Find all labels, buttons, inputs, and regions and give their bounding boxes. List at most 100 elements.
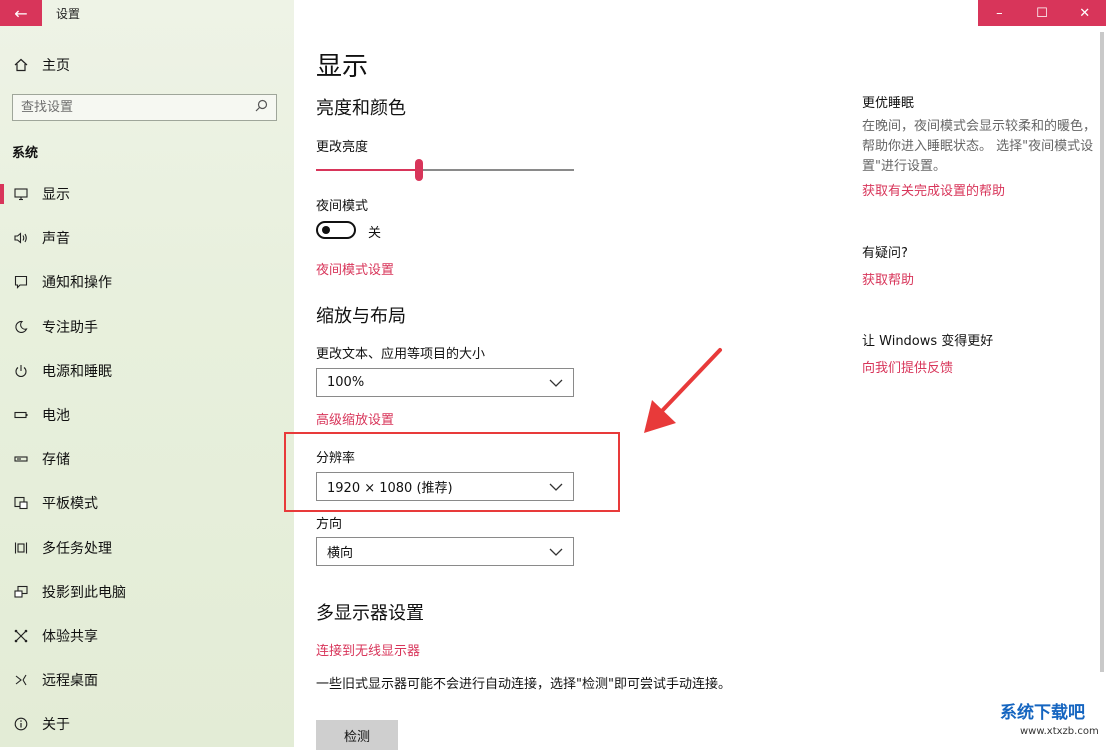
app-title: 设置 bbox=[56, 6, 81, 21]
scale-dropdown[interactable]: 100% bbox=[316, 368, 574, 397]
orientation-dropdown[interactable]: 横向 bbox=[316, 537, 574, 566]
watermark: 系统下载吧 www.xtxzb.com bbox=[902, 690, 1106, 747]
sidebar-item-label: 显示 bbox=[42, 187, 70, 204]
brightness-slider[interactable] bbox=[316, 159, 574, 181]
window-controls: – ☐ ✕ bbox=[978, 0, 1106, 26]
storage-icon bbox=[0, 452, 42, 466]
dropdown-value: 1920 × 1080 (推荐) bbox=[327, 481, 453, 496]
sidebar-item-notifications[interactable]: 通知和操作 bbox=[0, 260, 294, 304]
slider-fill bbox=[316, 169, 420, 171]
sidebar-item-label: 主页 bbox=[42, 58, 70, 74]
moon-icon bbox=[0, 320, 42, 334]
sidebar-item-display[interactable]: 显示 bbox=[0, 172, 294, 216]
monitor-icon bbox=[0, 187, 42, 201]
scrollbar[interactable] bbox=[1100, 32, 1104, 672]
advanced-scaling-link[interactable]: 高级缩放设置 bbox=[316, 409, 394, 428]
back-button[interactable]: ← bbox=[0, 0, 42, 26]
home-icon bbox=[0, 58, 42, 72]
chevron-down-icon bbox=[549, 379, 563, 387]
sidebar-item-label: 投影到此电脑 bbox=[42, 584, 126, 601]
toggle-knob bbox=[322, 226, 330, 234]
close-icon: ✕ bbox=[1079, 5, 1091, 21]
detect-description: 一些旧式显示器可能不会进行自动连接，选择"检测"即可尝试手动连接。 bbox=[316, 677, 731, 692]
brightness-label: 更改亮度 bbox=[316, 140, 369, 155]
page-title: 显示 bbox=[316, 52, 369, 82]
question-panel: 有疑问? 获取帮助 bbox=[862, 242, 1102, 288]
feedback-panel: 让 Windows 变得更好 向我们提供反馈 bbox=[862, 330, 1102, 376]
sidebar-item-project[interactable]: 投影到此电脑 bbox=[0, 570, 294, 614]
orientation-label: 方向 bbox=[316, 517, 343, 532]
share-icon bbox=[0, 629, 42, 643]
sidebar: ← 设置 主页 系统 显示 声音 bbox=[0, 0, 294, 747]
sleep-tip-title: 更优睡眠 bbox=[862, 96, 915, 111]
sidebar-item-label: 多任务处理 bbox=[42, 540, 112, 557]
dropdown-value: 横向 bbox=[327, 546, 354, 561]
night-mode-state: 关 bbox=[368, 226, 382, 241]
section-header: 系统 bbox=[12, 146, 39, 161]
chevron-down-icon bbox=[549, 548, 563, 556]
sidebar-item-label: 电源和睡眠 bbox=[42, 363, 112, 380]
sidebar-item-label: 通知和操作 bbox=[42, 275, 112, 292]
sidebar-item-label: 体验共享 bbox=[42, 628, 98, 645]
arrow-left-icon: ← bbox=[14, 3, 28, 23]
sidebar-item-focus-assist[interactable]: 专注助手 bbox=[0, 305, 294, 349]
sidebar-item-label: 存储 bbox=[42, 452, 70, 469]
battery-icon bbox=[0, 408, 42, 422]
project-icon bbox=[0, 585, 42, 599]
maximize-icon: ☐ bbox=[1036, 5, 1048, 21]
night-mode-toggle[interactable] bbox=[316, 221, 356, 239]
notification-icon bbox=[0, 275, 42, 290]
sidebar-item-label: 电池 bbox=[42, 408, 70, 425]
tablet-icon bbox=[0, 496, 42, 510]
sidebar-item-label: 平板模式 bbox=[42, 496, 98, 513]
detect-button[interactable]: 检测 bbox=[316, 720, 398, 750]
sidebar-item-label: 声音 bbox=[42, 231, 70, 248]
title-bar: ← 设置 bbox=[0, 0, 294, 26]
resolution-dropdown[interactable]: 1920 × 1080 (推荐) bbox=[316, 472, 574, 501]
sidebar-item-shared-experiences[interactable]: 体验共享 bbox=[0, 614, 294, 658]
annotation-arrow-icon bbox=[644, 348, 722, 433]
minimize-icon: – bbox=[996, 5, 1003, 21]
night-mode-label: 夜间模式 bbox=[316, 199, 369, 214]
watermark-url: www.xtxzb.com bbox=[1020, 726, 1099, 737]
section-heading-scale-layout: 缩放与布局 bbox=[316, 306, 406, 327]
setup-help-link[interactable]: 获取有关完成设置的帮助 bbox=[862, 180, 1102, 199]
maximize-button[interactable]: ☐ bbox=[1021, 0, 1064, 26]
sidebar-item-power-sleep[interactable]: 电源和睡眠 bbox=[0, 349, 294, 393]
sidebar-item-about[interactable]: 关于 bbox=[0, 702, 294, 746]
section-heading-brightness: 亮度和颜色 bbox=[316, 98, 406, 119]
get-help-link[interactable]: 获取帮助 bbox=[862, 269, 1102, 288]
resolution-label: 分辨率 bbox=[316, 451, 356, 466]
speaker-icon bbox=[0, 231, 42, 245]
sleep-tip-text: 在晚间，夜间模式会显示较柔和的暖色，帮助你进入睡眠状态。 选择"夜间模式设置"进… bbox=[862, 119, 1097, 174]
search-input[interactable] bbox=[21, 100, 241, 115]
minimize-button[interactable]: – bbox=[978, 0, 1021, 26]
sidebar-item-home[interactable]: 主页 bbox=[0, 50, 294, 80]
feedback-link[interactable]: 向我们提供反馈 bbox=[862, 357, 1102, 376]
search-box[interactable] bbox=[12, 94, 277, 121]
sidebar-item-storage[interactable]: 存储 bbox=[0, 437, 294, 481]
close-button[interactable]: ✕ bbox=[1063, 0, 1106, 26]
sidebar-item-label: 专注助手 bbox=[42, 319, 98, 336]
feedback-title: 让 Windows 变得更好 bbox=[862, 334, 994, 349]
sidebar-item-tablet-mode[interactable]: 平板模式 bbox=[0, 481, 294, 525]
sidebar-item-label: 关于 bbox=[42, 717, 70, 734]
wireless-display-link[interactable]: 连接到无线显示器 bbox=[316, 640, 420, 659]
multitask-icon bbox=[0, 541, 42, 555]
sidebar-item-sound[interactable]: 声音 bbox=[0, 216, 294, 260]
power-icon bbox=[0, 364, 42, 378]
sleep-tip-panel: 更优睡眠 在晚间，夜间模式会显示较柔和的暖色，帮助你进入睡眠状态。 选择"夜间模… bbox=[862, 92, 1102, 199]
info-icon bbox=[0, 717, 42, 731]
question-title: 有疑问? bbox=[862, 246, 908, 261]
sidebar-item-battery[interactable]: 电池 bbox=[0, 393, 294, 437]
sidebar-item-remote-desktop[interactable]: 远程桌面 bbox=[0, 658, 294, 702]
sidebar-item-multitasking[interactable]: 多任务处理 bbox=[0, 526, 294, 570]
slider-thumb[interactable] bbox=[415, 159, 424, 181]
dropdown-value: 100% bbox=[327, 375, 365, 390]
watermark-title: 系统下载吧 bbox=[1000, 703, 1085, 723]
sidebar-item-label: 远程桌面 bbox=[42, 673, 98, 690]
section-heading-multi-display: 多显示器设置 bbox=[316, 603, 424, 624]
night-mode-settings-link[interactable]: 夜间模式设置 bbox=[316, 259, 394, 278]
search-icon[interactable] bbox=[255, 99, 268, 116]
remote-icon bbox=[0, 673, 42, 687]
